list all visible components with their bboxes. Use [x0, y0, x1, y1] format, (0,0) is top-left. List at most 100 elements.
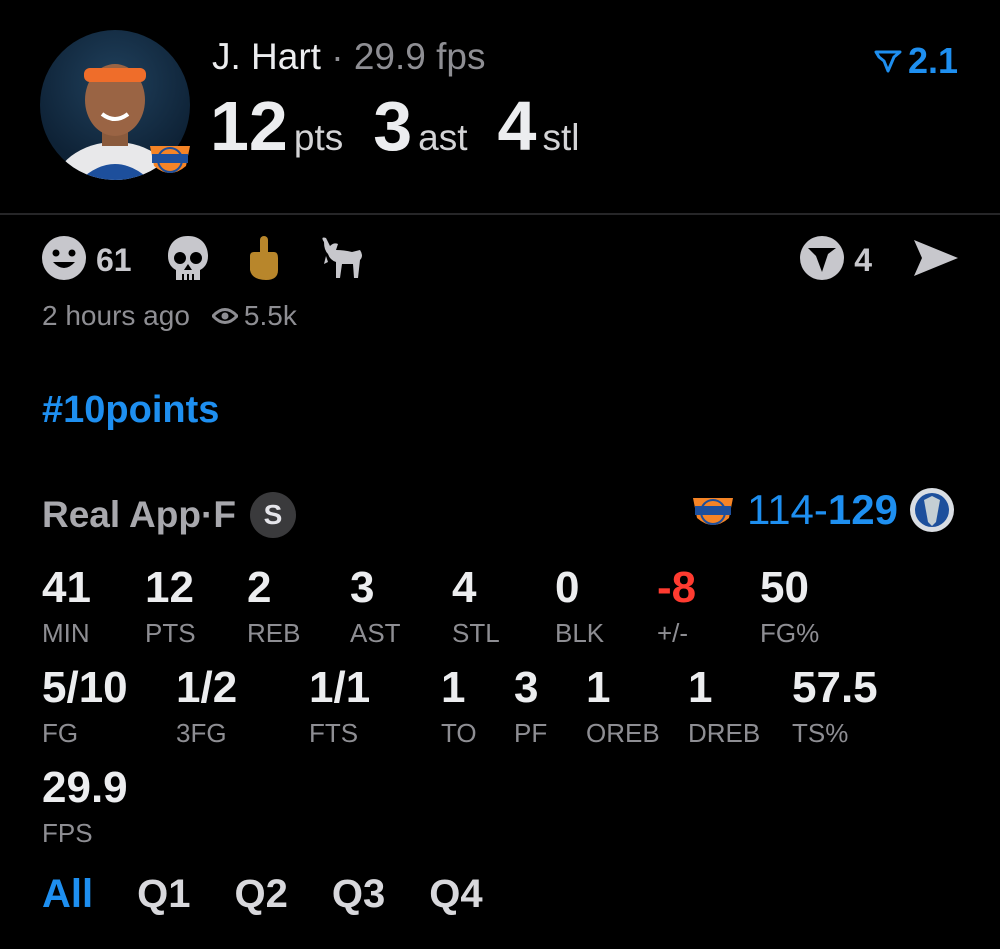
share-icon[interactable] [912, 236, 960, 285]
stat-value: 3 [350, 563, 375, 612]
smile-count: 61 [96, 242, 132, 278]
tab-q3[interactable]: Q3 [332, 872, 385, 917]
stat-label: STL [452, 618, 500, 648]
middle-finger-icon[interactable] [244, 234, 284, 287]
stat-label: PF [514, 718, 548, 748]
stat-value: 41 [42, 563, 91, 612]
separator: · [320, 36, 354, 77]
skull-icon[interactable] [166, 234, 210, 287]
game-source: Real App [42, 494, 201, 535]
stat-pts: 12 PTS [145, 566, 196, 649]
stat-label: FG% [760, 618, 820, 648]
steals-unit: stl [542, 117, 580, 158]
tab-q1[interactable]: Q1 [137, 872, 190, 917]
game-dot: · [200, 494, 214, 535]
stat-ast: 3 AST [350, 566, 401, 649]
score-dash: - [813, 486, 828, 533]
assists-unit: ast [418, 117, 468, 158]
stat-label: +/- [657, 618, 689, 648]
headline-stats: 12 pts 3 ast 4 stl [210, 86, 609, 166]
views: 5.5k [211, 300, 297, 332]
views-count: 5.5k [243, 300, 297, 331]
stat-fps: 29.9 FPS [42, 766, 128, 849]
game-status: F [213, 494, 236, 535]
stat-label: FPS [42, 818, 93, 848]
stat-value: 5/10 [42, 663, 128, 712]
s-badge[interactable]: S [249, 492, 296, 538]
stat-value: 50 [760, 563, 809, 612]
points-unit: pts [293, 117, 344, 158]
rating-badge[interactable]: 2.1 [874, 40, 958, 82]
comments-count: 4 [854, 242, 872, 278]
stat-value: 57.5 [792, 663, 878, 712]
goat-icon[interactable] [318, 234, 366, 287]
player-name[interactable]: J. Hart [212, 36, 321, 77]
score-away: 129 [827, 486, 898, 533]
stat-label: AST [350, 618, 401, 648]
smile-icon[interactable] [40, 234, 88, 287]
stat-label: TO [441, 718, 477, 748]
stat-label: BLK [555, 618, 605, 648]
stat-dreb: 1 DREB [688, 666, 760, 749]
stat-label: DREB [688, 718, 761, 748]
time-ago: 2 hours ago [42, 300, 190, 331]
stat-value: 2 [247, 563, 272, 612]
stat-blk: 0 BLK [555, 566, 604, 649]
points-value: 12 [210, 87, 288, 165]
steals-value: 4 [497, 87, 537, 165]
stat-value: 1 [688, 663, 713, 712]
stat-reb: 2 REB [247, 566, 300, 649]
reaction-bar: 61 [40, 234, 366, 287]
knicks-logo-icon [692, 498, 733, 525]
stat-value: 1/1 [309, 663, 371, 712]
stat-label: PTS [145, 618, 196, 648]
stat-3fg: 1/2 3FG [176, 666, 237, 749]
quarter-tabs: All Q1 Q2 Q3 Q4 [42, 872, 527, 917]
stat-fg: 5/10 FG [42, 666, 128, 749]
player-line: J. Hart · 29.9 fps [212, 36, 486, 78]
stat-value: 12 [145, 563, 194, 612]
stat-label: MIN [42, 618, 90, 648]
stat-label: REB [247, 618, 301, 648]
stat-label: FG [42, 718, 79, 748]
tab-all[interactable]: All [42, 872, 93, 917]
stat-label: OREB [586, 718, 660, 748]
stat-min: 41 MIN [42, 566, 91, 649]
knicks-logo-icon [146, 136, 194, 180]
divider [0, 213, 1000, 215]
stat-ts-pct: 57.5 TS% [792, 666, 878, 749]
stat-value: 0 [555, 563, 580, 612]
assists-value: 3 [373, 87, 413, 165]
real-logo-icon [874, 50, 902, 73]
hashtag-link[interactable]: #10points [42, 389, 219, 432]
stat-value: 4 [452, 563, 477, 612]
final-score[interactable]: 114-129 [689, 486, 956, 534]
stat-stl: 4 STL [452, 566, 500, 649]
rating-value: 2.1 [907, 40, 958, 81]
tab-q4[interactable]: Q4 [429, 872, 482, 917]
stat-label: 3FG [176, 718, 227, 748]
stat-fts: 1/1 FTS [309, 666, 370, 749]
post-meta: 2 hours ago 5.5k [42, 300, 297, 332]
eye-icon [211, 308, 238, 324]
score-home: 114 [746, 486, 814, 533]
stat-value: -8 [657, 563, 697, 612]
right-actions: 4 [798, 234, 960, 287]
stat-fg-pct: 50 FG% [760, 566, 819, 649]
mavericks-logo-icon [910, 488, 954, 532]
stat-label: TS% [792, 718, 849, 748]
game-source-line: Real App · F S [42, 492, 296, 538]
stat-pf: 3 PF [514, 666, 547, 749]
stat-value: 3 [514, 663, 539, 712]
stat-value: 29.9 [42, 763, 128, 812]
stat-to: 1 TO [441, 666, 477, 749]
stat-plus-minus: -8 +/- [657, 566, 696, 649]
stat-oreb: 1 OREB [586, 666, 660, 749]
tab-q2[interactable]: Q2 [234, 872, 287, 917]
stat-value: 1/2 [176, 663, 238, 712]
stat-value: 1 [586, 663, 611, 712]
stat-value: 1 [441, 663, 466, 712]
fps-text: 29.9 fps [353, 36, 486, 77]
comment-icon[interactable] [798, 234, 846, 287]
stat-label: FTS [309, 718, 359, 748]
